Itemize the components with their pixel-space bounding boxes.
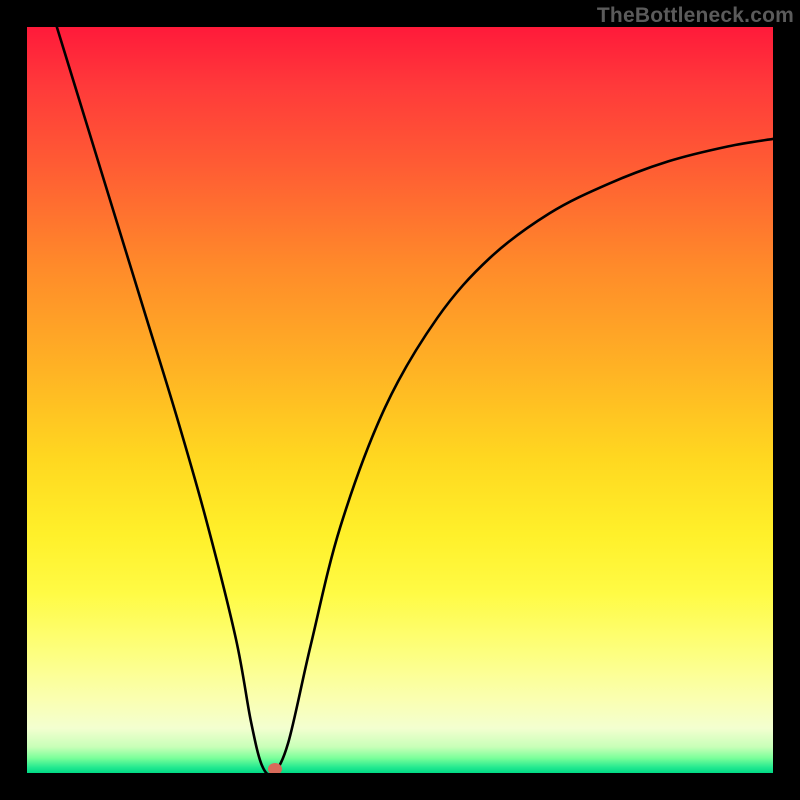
watermark-text: TheBottleneck.com [597,4,794,28]
marker-dot [268,763,282,773]
plot-area [27,27,773,773]
bottleneck-curve [57,27,773,773]
chart-frame: TheBottleneck.com [0,0,800,800]
curve-svg [27,27,773,773]
